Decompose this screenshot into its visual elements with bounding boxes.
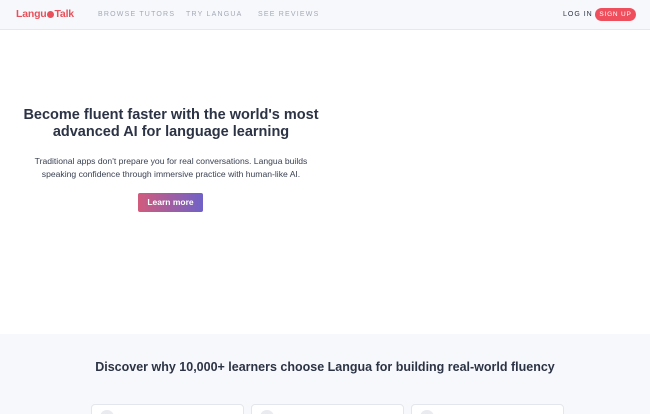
feature-icon [260,410,274,414]
logo-text-part-1: Langu [16,8,47,20]
features-section: Discover why 10,000+ learners choose Lan… [0,334,650,414]
feature-icon [100,410,114,414]
feature-card [251,404,404,414]
hero-subtitle: Traditional apps don't prepare you for r… [34,156,308,179]
logo[interactable]: Langu Talk [16,8,74,20]
nav-try-langua[interactable]: TRY LANGUA [186,11,242,18]
logo-text-part-2: Talk [54,8,75,20]
feature-card [91,404,244,414]
top-navbar: Langu Talk BROWSE TUTORS TRY LANGUA SEE R… [0,0,650,30]
signup-button[interactable]: SIGN UP [595,8,636,21]
feature-icon [420,410,434,414]
nav-browse-tutors[interactable]: BROWSE TUTORS [98,11,175,18]
nav-see-reviews[interactable]: SEE REVIEWS [258,11,319,18]
feature-card [411,404,564,414]
learn-more-button[interactable]: Learn more [138,193,203,212]
features-title: Discover why 10,000+ learners choose Lan… [95,360,555,374]
logo-dot-icon [47,11,54,18]
login-link[interactable]: LOG IN [563,11,593,18]
hero-title: Become fluent faster with the world's mo… [23,107,319,140]
